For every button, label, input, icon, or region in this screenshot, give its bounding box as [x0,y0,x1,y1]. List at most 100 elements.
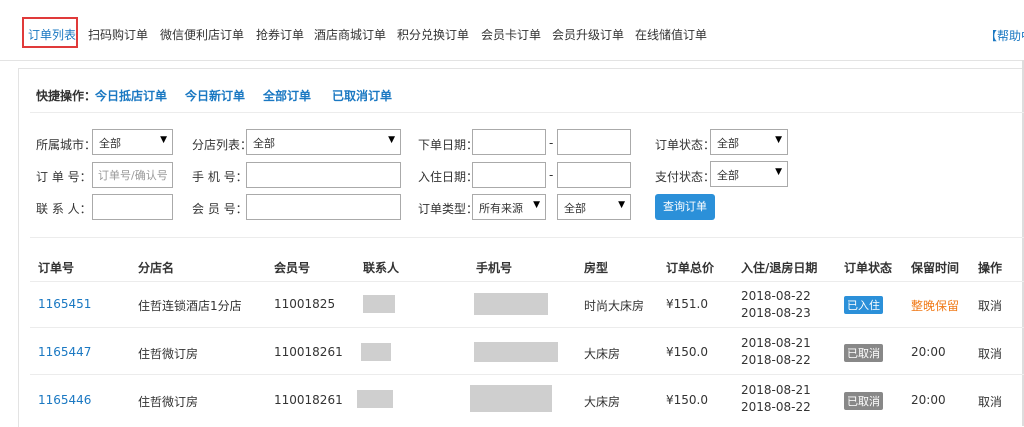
col-header-order-no: 订单号 [38,261,75,275]
contact-input[interactable] [92,194,173,220]
contact-label: 联 系 人： [36,202,92,216]
checkin-date-end-input[interactable] [557,162,631,188]
chevron-down-icon: ▼ [775,135,782,145]
city-select[interactable]: 全部 ▼ [92,129,173,155]
phone-redacted [474,342,558,362]
col-header-member: 会员号 [274,261,311,275]
order-no-label: 订 单 号： [36,170,92,184]
order-no-link[interactable]: 1165446 [38,393,91,407]
contact-redacted [357,390,393,408]
branch-select-value: 全部 [253,137,275,150]
status-badge: 已取消 [844,392,883,410]
row-divider [30,327,1024,328]
cancel-action[interactable]: 取消 [978,297,1002,314]
col-header-price: 订单总价 [666,261,715,275]
checkout-date: 2018-08-22 [741,353,811,367]
quick-actions-label: 快捷操作： [36,89,97,103]
cancel-action[interactable]: 取消 [978,393,1002,410]
col-header-dates: 入住/退房日期 [741,261,818,275]
pay-status-label: 支付状态： [655,170,716,184]
checkin-date: 2018-08-21 [741,336,811,350]
tab-order-list[interactable]: 订单列表 [28,26,76,43]
quick-link-today-new[interactable]: 今日新订单 [185,87,245,104]
divider [30,237,1024,238]
checkout-date: 2018-08-23 [741,306,811,320]
order-no-input[interactable] [92,162,173,188]
tab-member-card-orders[interactable]: 会员卡订单 [481,26,541,43]
city-label: 所属城市： [36,138,97,152]
phone-label: 手 机 号： [192,170,248,184]
checkout-date: 2018-08-22 [741,400,811,414]
help-link[interactable]: 【帮助中 [985,27,1024,44]
order-no-link[interactable]: 1165447 [38,345,91,359]
order-status-select-value: 全部 [717,137,739,150]
checkin-date-label: 入住日期： [418,170,479,184]
row-divider [30,374,1024,375]
member-no: 11001825 [274,297,336,311]
order-price: ¥150.0 [666,393,708,407]
branch-name: 住哲微订房 [138,347,199,361]
order-date-end-input[interactable] [557,129,631,155]
order-price: ¥150.0 [666,345,708,359]
chevron-down-icon: ▼ [533,200,540,210]
date-range-dash: - [549,168,554,182]
chevron-down-icon: ▼ [388,135,395,145]
quick-link-all-orders[interactable]: 全部订单 [263,87,311,104]
order-date-label: 下单日期： [418,138,479,152]
member-no-input[interactable] [246,194,401,220]
tab-hotel-mall-orders[interactable]: 酒店商城订单 [314,26,386,43]
order-date-start-input[interactable] [472,129,546,155]
order-status-select[interactable]: 全部 ▼ [710,129,788,155]
quick-link-today-arrival[interactable]: 今日抵店订单 [95,87,167,104]
contact-redacted [363,295,395,313]
tab-online-stored-value-orders[interactable]: 在线储值订单 [635,26,707,43]
cancel-action[interactable]: 取消 [978,345,1002,362]
phone-input[interactable] [246,162,401,188]
branch-name: 住哲连锁酒店1分店 [138,299,242,313]
tab-wechat-store-orders[interactable]: 微信便利店订单 [160,26,244,43]
query-orders-button[interactable]: 查询订单 [655,194,715,220]
branch-label: 分店列表： [192,138,253,152]
quick-link-cancelled[interactable]: 已取消订单 [332,87,392,104]
order-status-label: 订单状态： [655,138,716,152]
order-price: ¥151.0 [666,297,708,311]
tab-member-upgrade-orders[interactable]: 会员升级订单 [552,26,624,43]
chevron-down-icon: ▼ [160,135,167,145]
order-source-select[interactable]: 所有来源 ▼ [472,194,546,220]
pay-status-select-value: 全部 [717,169,739,182]
member-no-label: 会 员 号： [192,202,248,216]
col-header-action: 操作 [978,261,1003,275]
order-no-link[interactable]: 1165451 [38,297,91,311]
col-header-room: 房型 [584,261,609,275]
date-range-dash: - [549,136,554,150]
tab-coupon-orders[interactable]: 抢券订单 [256,26,304,43]
col-header-retain: 保留时间 [911,261,960,275]
member-no: 110018261 [274,393,343,407]
branch-name: 住哲微订房 [138,395,199,409]
order-type-select[interactable]: 全部 ▼ [557,194,631,220]
phone-redacted [474,293,548,315]
order-type-select-value: 全部 [564,202,586,215]
room-type: 时尚大床房 [584,299,645,313]
chevron-down-icon: ▼ [618,200,625,210]
col-header-branch: 分店名 [138,261,175,275]
branch-select[interactable]: 全部 ▼ [246,129,401,155]
room-type: 大床房 [584,395,621,409]
tab-points-exchange-orders[interactable]: 积分兑换订单 [397,26,469,43]
pay-status-select[interactable]: 全部 ▼ [710,161,788,187]
col-header-phone: 手机号 [476,261,513,275]
checkin-date: 2018-08-22 [741,289,811,303]
member-no: 110018261 [274,345,343,359]
col-header-status: 订单状态 [844,261,893,275]
status-badge: 已取消 [844,344,883,362]
status-badge: 已入住 [844,296,883,314]
phone-redacted [470,385,552,412]
divider [30,112,1024,113]
checkin-date-start-input[interactable] [472,162,546,188]
order-type-label: 订单类型： [418,202,479,216]
col-header-contact: 联系人 [363,261,400,275]
retain-time: 整晚保留 [911,299,960,313]
row-divider [30,281,1024,282]
tab-scan-buy-orders[interactable]: 扫码购订单 [88,26,148,43]
chevron-down-icon: ▼ [775,167,782,177]
